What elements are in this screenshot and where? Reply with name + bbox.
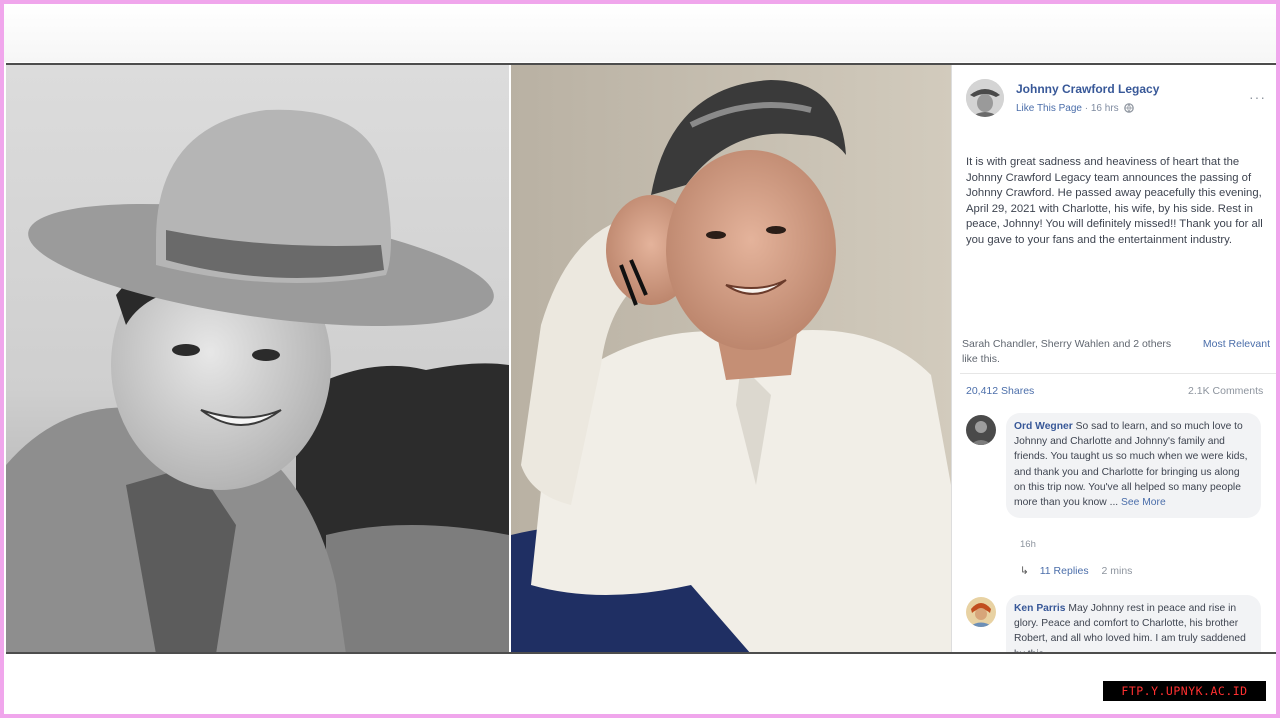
comment-author[interactable]: Ord Wegner (1014, 421, 1073, 432)
post-header: Johnny Crawford Legacy Like This Page · … (966, 79, 1266, 121)
comments-count[interactable]: 2.1K Comments (1188, 385, 1263, 397)
like-page-link[interactable]: Like This Page (1016, 103, 1082, 114)
comment-bubble: Ken Parris May Johnny rest in peace and … (1006, 595, 1261, 652)
young-portrait-photo (6, 65, 509, 652)
replies-time: 2 mins (1101, 565, 1133, 577)
comment-text: So sad to learn, and so much love to Joh… (1014, 421, 1248, 509)
watermark-label: FTP.Y.UPNYK.AC.ID (1103, 681, 1266, 701)
adult-portrait-photo (511, 65, 951, 652)
reactions-text[interactable]: Sarah Chandler, Sherry Wahlen and 2 othe… (962, 337, 1172, 367)
top-band (4, 4, 1276, 62)
facebook-post: Johnny Crawford Legacy Like This Page · … (951, 65, 1276, 652)
sort-comments-button[interactable]: Most Relevant (1203, 337, 1270, 352)
page-avatar[interactable] (966, 79, 1004, 117)
post-text: It is with great sadness and heaviness o… (966, 156, 1263, 246)
page-name-link[interactable]: Johnny Crawford Legacy (1016, 82, 1159, 96)
reply-arrow-icon: ↳ (1020, 565, 1029, 577)
see-more-link[interactable]: See More (1121, 497, 1166, 508)
comment-bubble: Ord Wegner So sad to learn, and so much … (1006, 413, 1261, 519)
replies-link[interactable]: ↳ 11 Replies 2 mins (1020, 565, 1132, 577)
shares-count[interactable]: 20,412 Shares (966, 385, 1034, 397)
comment-time[interactable]: 16h (1020, 539, 1036, 550)
avatar[interactable] (966, 415, 996, 445)
post-meta: Like This Page · 16 hrs (1016, 103, 1135, 116)
divider (960, 373, 1276, 374)
more-options-icon[interactable]: ··· (1249, 89, 1266, 105)
post-time[interactable]: 16 hrs (1091, 103, 1119, 114)
globe-icon (1124, 103, 1135, 116)
replies-count[interactable]: 11 Replies (1040, 565, 1089, 577)
reactions-summary: Sarah Chandler, Sherry Wahlen and 2 othe… (962, 337, 1272, 367)
comment-author[interactable]: Ken Parris (1014, 603, 1066, 614)
avatar[interactable] (966, 597, 996, 627)
collage-screenshot: Johnny Crawford Legacy Like This Page · … (6, 63, 1276, 654)
engagement-counts: 20,412 Shares 2.1K Comments (966, 385, 1276, 397)
